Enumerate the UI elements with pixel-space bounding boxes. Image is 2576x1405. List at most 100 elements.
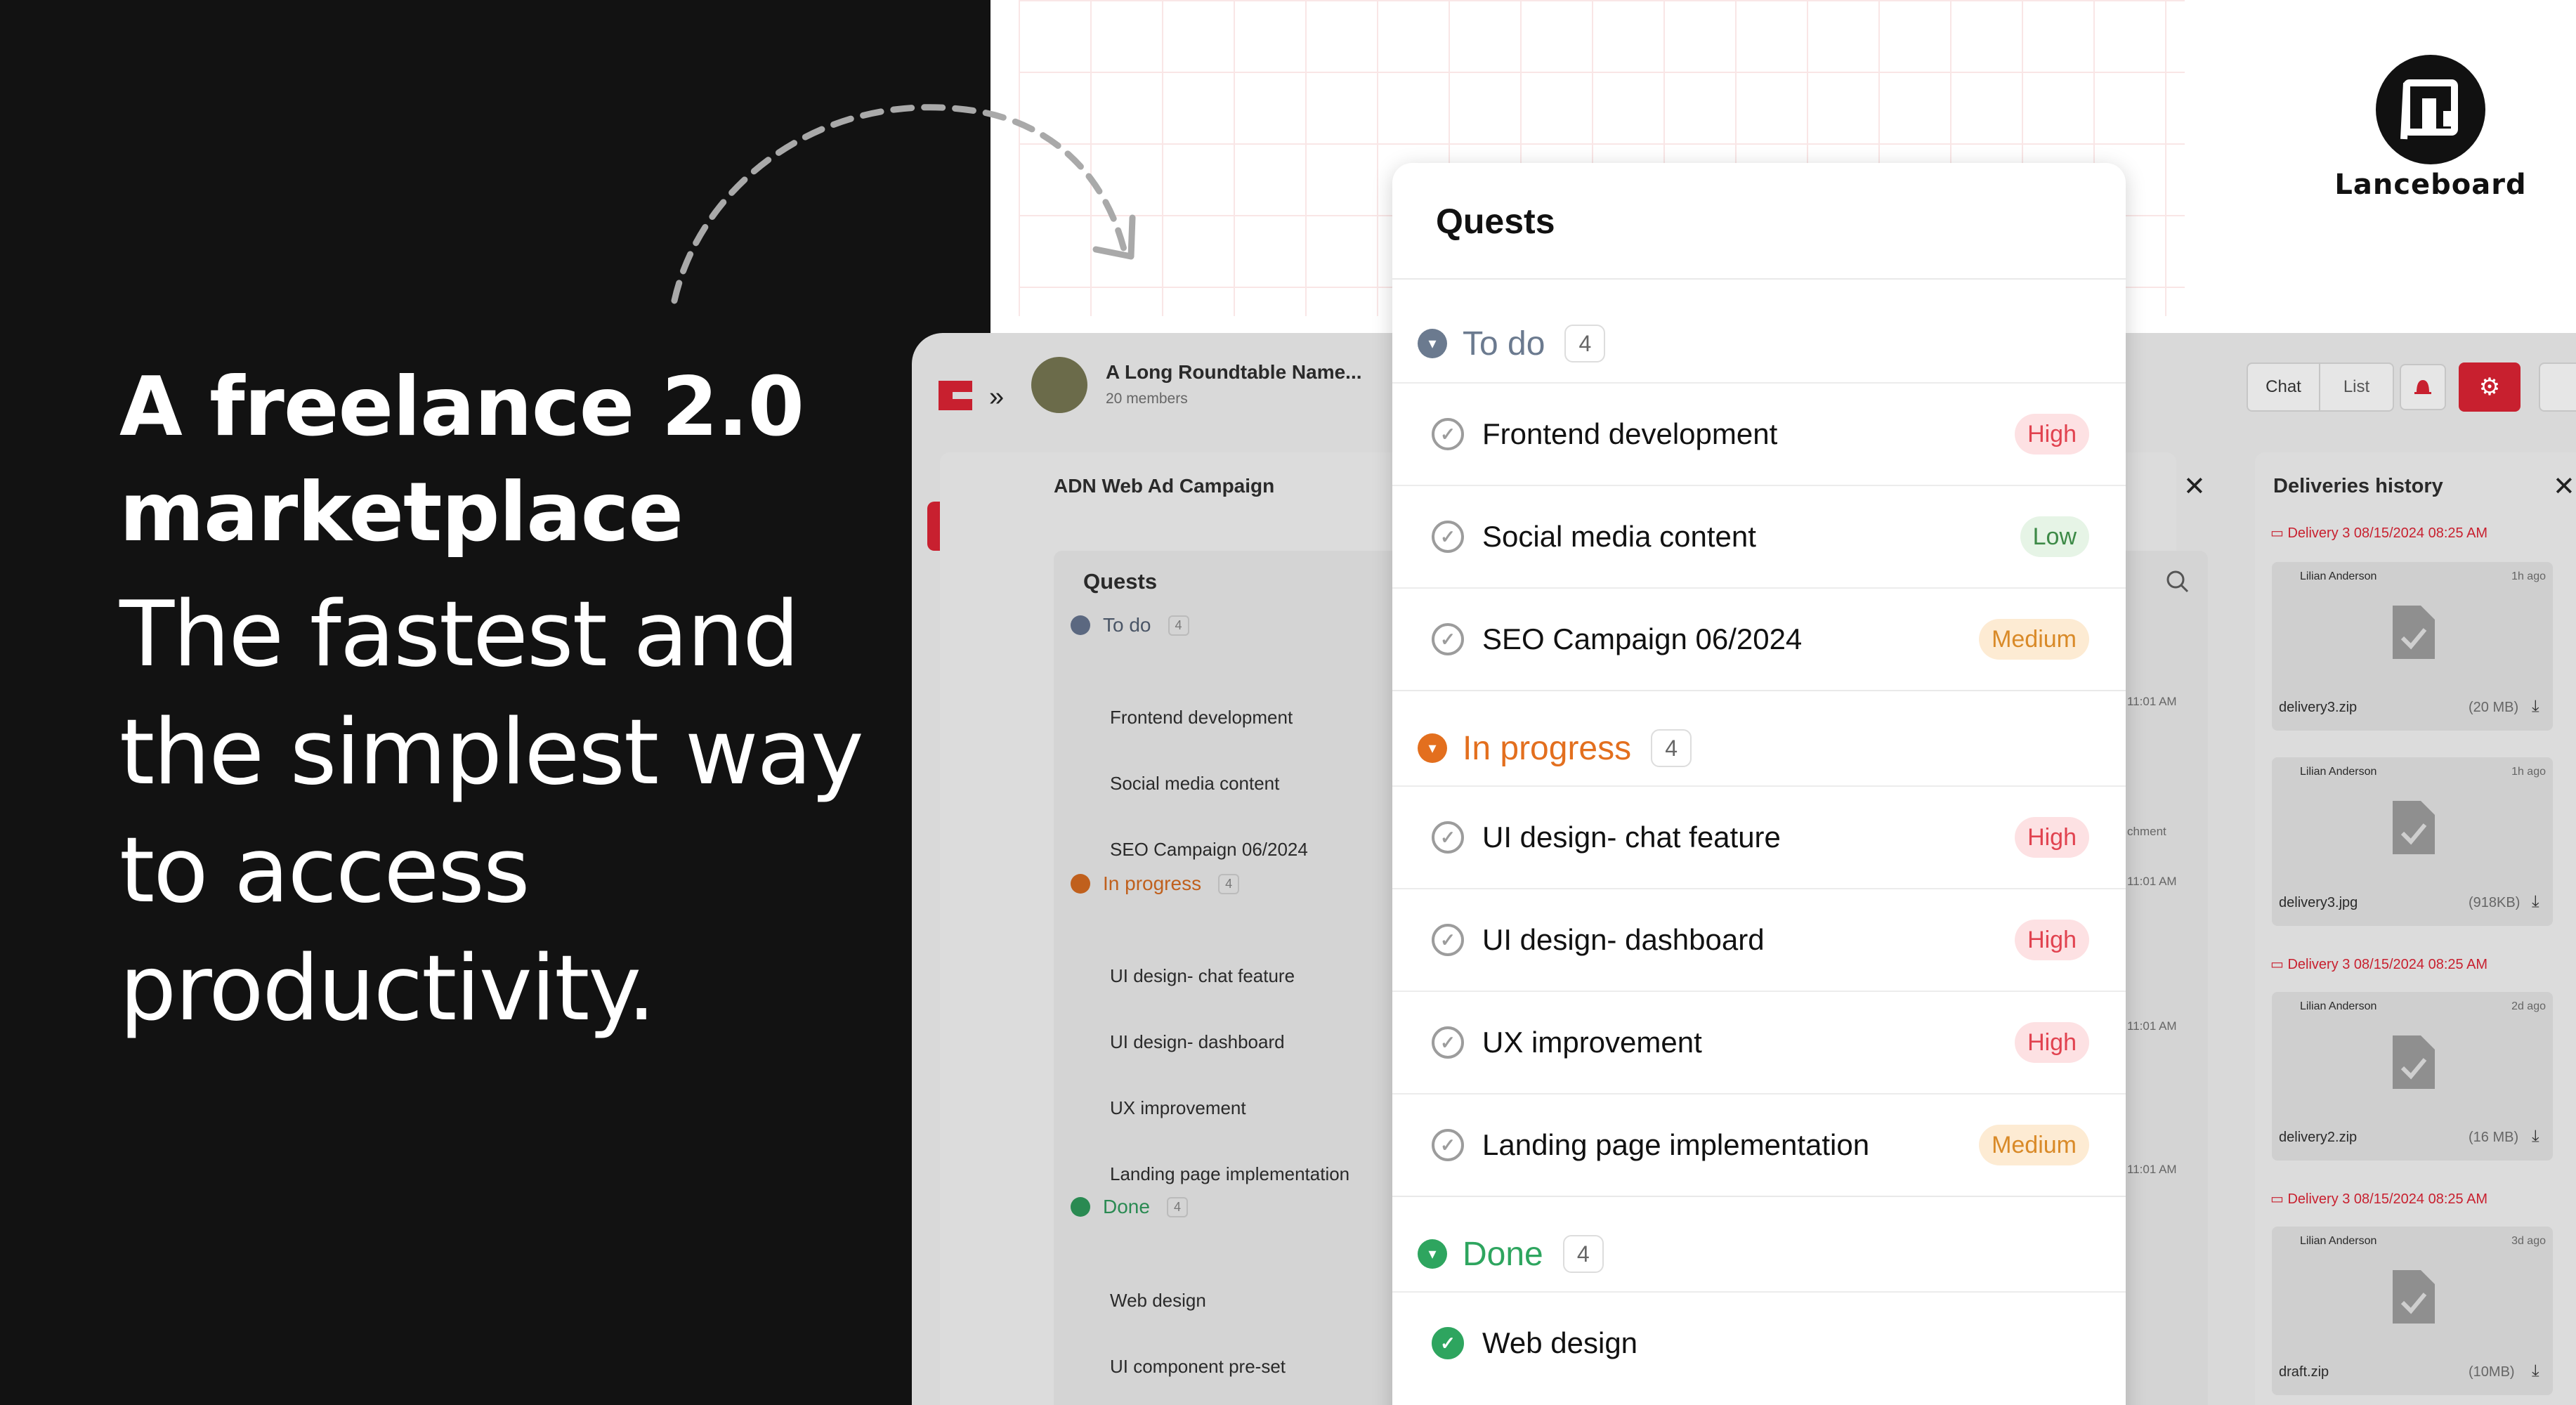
- bell-icon[interactable]: [2400, 364, 2446, 410]
- delivery-file-card[interactable]: Lilian Anderson 3d ago draft.zip (10MB) …: [2272, 1227, 2553, 1395]
- bg-progress-item: UX improvement: [1110, 1097, 1246, 1118]
- task-name: SEO Campaign 06/2024: [1482, 622, 1803, 655]
- group-progress-header[interactable]: ▾ In progress 4: [1418, 724, 1692, 773]
- task-row[interactable]: ✓ Web design: [1392, 1291, 2126, 1394]
- file-time: 3d ago: [2511, 1235, 2546, 1247]
- file-author: Lilian Anderson: [2300, 570, 2377, 582]
- bg-group-done-label: Done: [1103, 1196, 1150, 1217]
- chat-view-button[interactable]: Chat: [2248, 364, 2321, 410]
- delivery-group-label: ▭ Delivery 3 08/15/2024 08:25 AM: [2270, 1190, 2487, 1208]
- task-row[interactable]: ✓ UX improvement High: [1392, 991, 2126, 1093]
- chevron-down-icon: ▾: [1418, 329, 1447, 358]
- brand-name: Lanceboard: [2334, 169, 2527, 201]
- group-done-count: 4: [1562, 1235, 1604, 1273]
- delivery-file-card[interactable]: Lilian Anderson 2d ago delivery2.zip (16…: [2272, 992, 2553, 1161]
- task-name: Landing page implementation: [1482, 1128, 1870, 1161]
- group-progress-count: 4: [1651, 729, 1692, 767]
- app-logo-icon: [936, 375, 975, 414]
- deliveries-title: Deliveries history: [2273, 475, 2443, 497]
- download-icon[interactable]: ⤓: [2532, 1361, 2539, 1381]
- hero-headline-line1: A freelance 2.0: [119, 360, 804, 455]
- task-name: UX improvement: [1482, 1026, 1702, 1059]
- file-time: 1h ago: [2511, 570, 2546, 582]
- group-done-label: Done: [1463, 1235, 1543, 1273]
- priority-badge: Low: [2020, 516, 2089, 557]
- file-author: Lilian Anderson: [2300, 766, 2377, 778]
- task-row[interactable]: ✓ Landing page implementation Medium: [1392, 1093, 2126, 1196]
- close-icon[interactable]: ✕: [2553, 471, 2575, 502]
- task-name: UI design- dashboard: [1482, 923, 1765, 956]
- divider: [1392, 690, 2126, 691]
- group-members: 20 members: [1106, 391, 1188, 407]
- file-time: 1h ago: [2511, 766, 2546, 778]
- chat-time: 11:01 AM: [2127, 1019, 2177, 1033]
- bg-group-progress-count: 4: [1218, 873, 1240, 894]
- bg-group-todo-label: To do: [1103, 614, 1151, 636]
- task-row[interactable]: ✓ Social media content Low: [1392, 485, 2126, 587]
- double-chevron-icon[interactable]: »: [989, 382, 1004, 412]
- file-name: delivery3.zip: [2279, 700, 2358, 715]
- logo-icon: [2376, 55, 2485, 164]
- task-name: UI design- chat feature: [1482, 821, 1781, 854]
- hero-tagline-line1: The fastest and: [119, 582, 799, 687]
- check-icon[interactable]: ✓: [1432, 623, 1464, 655]
- check-icon[interactable]: ✓: [1432, 418, 1464, 450]
- bg-progress-item: UI design- chat feature: [1110, 965, 1295, 986]
- group-done-header[interactable]: ▾ Done 4: [1418, 1229, 1604, 1279]
- group-name: A Long Roundtable Name...: [1106, 361, 1362, 383]
- chat-attachment: chment: [2127, 825, 2166, 838]
- check-icon[interactable]: ✓: [1432, 1129, 1464, 1161]
- download-icon[interactable]: ⤓: [2532, 892, 2539, 912]
- delivery-group-label: ▭ Delivery 3 08/15/2024 08:25 AM: [2270, 955, 2487, 973]
- check-icon[interactable]: ✓: [1432, 1327, 1464, 1359]
- quests-panel: Quests ▾ To do 4 ✓ Frontend development …: [1392, 163, 2126, 1405]
- check-icon[interactable]: ✓: [1432, 521, 1464, 553]
- divider: [1392, 278, 2126, 280]
- delivery-file-card[interactable]: Lilian Anderson 1h ago delivery3.jpg (91…: [2272, 757, 2553, 926]
- close-icon[interactable]: ✕: [2183, 471, 2206, 502]
- delivery-file-card[interactable]: Lilian Anderson 1h ago delivery3.zip (20…: [2272, 562, 2553, 731]
- hero-headline: A freelance 2.0 marketplace: [119, 355, 927, 566]
- search-icon[interactable]: [2165, 569, 2190, 598]
- file-name: delivery3.jpg: [2279, 895, 2358, 910]
- group-progress-label: In progress: [1463, 729, 1632, 767]
- file-time: 2d ago: [2511, 1000, 2546, 1012]
- quests-title: Quests: [1436, 202, 1555, 241]
- download-icon[interactable]: ⤓: [2532, 1127, 2539, 1146]
- file-check-icon: [2391, 1034, 2436, 1094]
- task-row[interactable]: ✓ UI design- chat feature High: [1392, 785, 2126, 888]
- brand: Lanceboard: [2332, 55, 2529, 209]
- quests-bg-title: Quests: [1083, 569, 1158, 594]
- file-check-icon: [2391, 604, 2436, 664]
- task-name: Web design: [1482, 1326, 1638, 1359]
- view-toggle: Chat List: [2247, 362, 2394, 412]
- folder-icon: ▭: [2270, 957, 2288, 972]
- delivery-group-text: Delivery 3 08/15/2024 08:25 AM: [2287, 1191, 2488, 1207]
- file-author: Lilian Anderson: [2300, 1000, 2377, 1012]
- check-icon[interactable]: ✓: [1432, 924, 1464, 956]
- priority-badge: Medium: [1979, 619, 2089, 660]
- check-icon[interactable]: ✓: [1432, 1026, 1464, 1059]
- chat-time: 11:01 AM: [2127, 1163, 2177, 1176]
- priority-badge: High: [2015, 1022, 2089, 1063]
- list-view-button[interactable]: List: [2320, 364, 2393, 410]
- task-row[interactable]: ✓ UI design- dashboard High: [1392, 888, 2126, 991]
- file-name: draft.zip: [2279, 1364, 2329, 1380]
- priority-badge: High: [2015, 920, 2089, 960]
- group-todo-header[interactable]: ▾ To do 4: [1418, 319, 1606, 368]
- download-icon[interactable]: ⤓: [2532, 697, 2539, 717]
- priority-badge: High: [2015, 817, 2089, 858]
- check-icon[interactable]: ✓: [1432, 821, 1464, 854]
- file-size: (20 MB): [2469, 700, 2519, 715]
- task-row[interactable]: ✓ Frontend development High: [1392, 382, 2126, 485]
- menu-button[interactable]: [2539, 362, 2576, 412]
- bg-done-item: UI component pre-set: [1110, 1356, 1286, 1377]
- bg-todo-item: SEO Campaign 06/2024: [1110, 839, 1308, 860]
- page: A freelance 2.0 marketplace The fastest …: [0, 0, 2576, 1405]
- folder-icon: ▭: [2270, 1191, 2288, 1207]
- priority-badge: High: [2015, 414, 2089, 455]
- file-size: (918KB): [2469, 895, 2521, 910]
- gear-icon[interactable]: ⚙: [2459, 362, 2521, 412]
- task-name: Social media content: [1482, 520, 1756, 553]
- task-row[interactable]: ✓ SEO Campaign 06/2024 Medium: [1392, 587, 2126, 690]
